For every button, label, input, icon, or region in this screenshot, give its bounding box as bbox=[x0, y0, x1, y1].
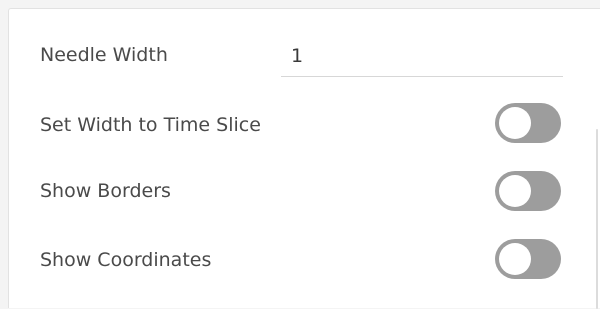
scrollbar-thumb[interactable] bbox=[596, 129, 598, 309]
show-coordinates-toggle[interactable] bbox=[495, 239, 561, 279]
settings-panel: Needle Width Set Width to Time Slice Sho… bbox=[8, 8, 600, 309]
toggle-knob bbox=[499, 175, 531, 207]
needle-width-input[interactable] bbox=[281, 37, 563, 75]
needle-width-field-container bbox=[281, 37, 563, 77]
set-width-to-time-slice-toggle[interactable] bbox=[495, 103, 561, 143]
toggle-knob bbox=[499, 107, 531, 139]
show-coordinates-label: Show Coordinates bbox=[40, 249, 212, 271]
needle-width-label: Needle Width bbox=[40, 44, 168, 66]
show-borders-toggle[interactable] bbox=[495, 171, 561, 211]
set-width-to-time-slice-label: Set Width to Time Slice bbox=[40, 114, 261, 136]
show-borders-label: Show Borders bbox=[40, 180, 171, 202]
toggle-knob bbox=[499, 243, 531, 275]
scrollbar-track[interactable] bbox=[591, 9, 600, 309]
